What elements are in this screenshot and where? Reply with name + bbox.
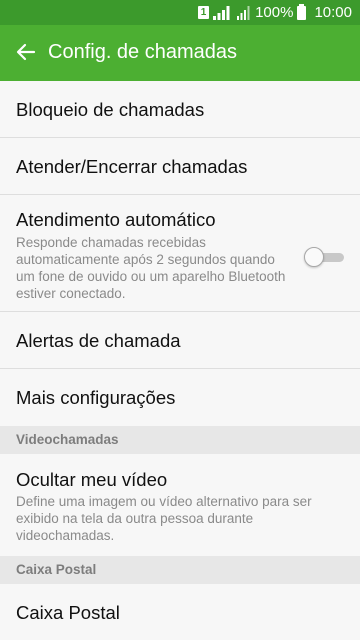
answer-end-calls-label: Atender/Encerrar chamadas — [16, 156, 248, 177]
call-alerts-label: Alertas de chamada — [16, 330, 181, 351]
answer-end-calls-item[interactable]: Atender/Encerrar chamadas — [0, 138, 360, 195]
clock: 10:00 — [314, 4, 352, 21]
battery-icon — [297, 3, 307, 20]
voicemail-item[interactable]: Caixa Postal — [0, 584, 360, 640]
call-blocking-label: Bloqueio de chamadas — [16, 99, 205, 120]
auto-answer-toggle[interactable] — [304, 247, 344, 267]
more-settings-item[interactable]: Mais configurações — [0, 369, 360, 426]
section-header-voicemail: Caixa Postal — [0, 556, 360, 584]
section-label-video: Videochamadas — [16, 432, 119, 447]
arrow-left-icon[interactable] — [14, 40, 38, 64]
hide-my-video-label: Ocultar meu vídeo — [16, 469, 168, 490]
call-blocking-item[interactable]: Bloqueio de chamadas — [0, 81, 360, 138]
toggle-knob — [304, 247, 324, 267]
sim-icon: 1 — [198, 6, 210, 19]
signal-strength-icon — [213, 6, 230, 20]
page-title: Config. de chamadas — [48, 41, 238, 63]
voicemail-label: Caixa Postal — [16, 602, 120, 623]
section-label-voicemail: Caixa Postal — [16, 562, 97, 577]
status-icons: 1 100% 10:00 — [198, 0, 352, 25]
more-settings-label: Mais configurações — [16, 387, 176, 408]
auto-answer-label: Atendimento automático — [16, 209, 216, 230]
section-header-video: Videochamadas — [0, 426, 360, 454]
signal-secondary-icon — [237, 6, 250, 20]
battery-percent: 100% — [255, 4, 294, 21]
hide-my-video-description: Define uma imagem ou vídeo alternativo p… — [16, 494, 312, 543]
auto-answer-item[interactable]: Atendimento automático Responde chamadas… — [0, 195, 360, 312]
status-bar: 1 100% 10:00 — [0, 0, 360, 25]
call-alerts-item[interactable]: Alertas de chamada — [0, 312, 360, 369]
app-bar: Config. de chamadas — [0, 25, 360, 81]
auto-answer-description: Responde chamadas recebidas automaticame… — [16, 235, 286, 301]
hide-my-video-item[interactable]: Ocultar meu vídeo Define uma imagem ou v… — [0, 454, 360, 556]
